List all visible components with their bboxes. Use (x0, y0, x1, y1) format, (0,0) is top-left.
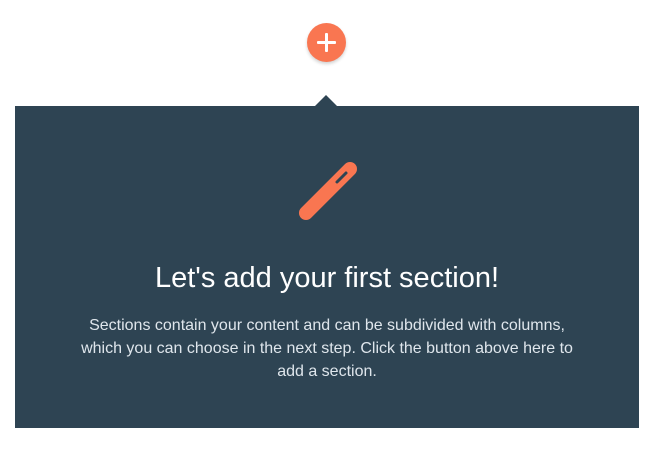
add-section-button[interactable] (307, 23, 346, 62)
pencil-icon (290, 155, 364, 229)
plus-icon (317, 33, 336, 52)
empty-state-title: Let's add your first section! (154, 262, 500, 294)
empty-state-description: Sections contain your content and can be… (81, 317, 573, 380)
